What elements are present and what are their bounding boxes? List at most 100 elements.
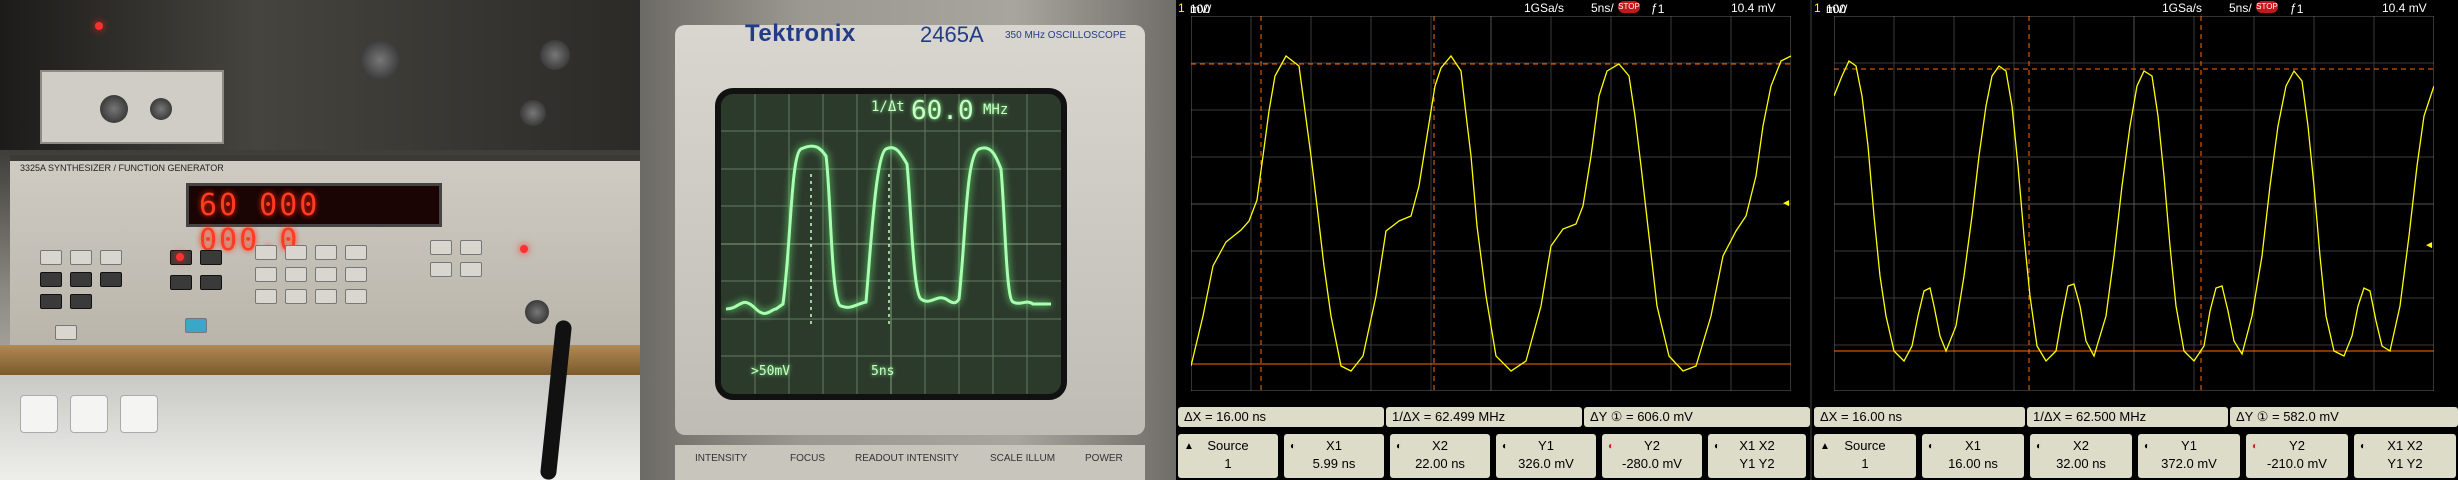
trigger-level: 10.4 mV bbox=[1731, 1, 1776, 15]
waveform-display: ◄ bbox=[1834, 16, 2434, 391]
sample-rate: 1GSa/s bbox=[1524, 1, 1565, 15]
softkey-bar: ▲ Source 1 ◐ X1 16.00 ns ◐ X2 32.00 ns ◐ Y1 372.… bbox=[1812, 432, 2458, 480]
inverse-delta-x-readout: 1/ΔX = 62.500 MHz bbox=[2027, 407, 2228, 427]
softkey-label: X2 bbox=[1432, 438, 1448, 453]
keypad-key[interactable] bbox=[315, 289, 337, 304]
softkey-value: 1 bbox=[1861, 456, 1869, 471]
cursor-link-softkey[interactable]: ◐ X1 X2 Y1 Y2 bbox=[1708, 434, 1806, 478]
blue-key[interactable] bbox=[185, 318, 207, 333]
x2-softkey[interactable]: ◐ X2 22.00 ns bbox=[1390, 434, 1490, 478]
keypad-key[interactable] bbox=[55, 325, 77, 340]
power-socket-icon bbox=[120, 395, 158, 433]
frequency-display: 60 000 000.0 bbox=[186, 183, 442, 258]
keypad-key[interactable] bbox=[285, 245, 307, 260]
scope-brand-logo: Tektronix bbox=[745, 20, 856, 47]
keypad-key[interactable] bbox=[285, 267, 307, 282]
knob-icon bbox=[100, 95, 128, 123]
softkey-value: -210.0 mV bbox=[2267, 456, 2327, 471]
crt-volts-value: 50mV bbox=[758, 364, 791, 379]
knob-icon bbox=[150, 98, 172, 120]
source-softkey[interactable]: ▲ Source 1 bbox=[1178, 434, 1278, 478]
panel-key[interactable] bbox=[430, 262, 452, 277]
trigger-channel: 1 bbox=[1657, 2, 1665, 16]
panel-key[interactable] bbox=[430, 240, 452, 255]
softkey-value: 22.00 ns bbox=[1415, 456, 1465, 471]
softkey-value: 16.00 ns bbox=[1948, 456, 1998, 471]
softkey-label: X1 bbox=[1326, 438, 1342, 453]
panel-key[interactable] bbox=[460, 240, 482, 255]
knob-icon bbox=[540, 40, 570, 70]
x1-softkey[interactable]: ◐ X1 5.99 ns bbox=[1284, 434, 1384, 478]
keypad-key[interactable] bbox=[200, 275, 222, 290]
scope-screenshot-2: 1 100 mV/ 1GSa/s 5ns/ STOP ƒ 1 10.4 mV ◄… bbox=[1810, 0, 2458, 480]
crt-readout-volts: >50mV bbox=[751, 364, 791, 379]
cursor-link-softkey[interactable]: ◐ X1 X2 Y1 Y2 bbox=[2354, 434, 2456, 478]
time-per-div: 5ns/ bbox=[2229, 1, 2252, 15]
wooden-shelf bbox=[0, 345, 640, 375]
crt-readout-frequency: 60.0 bbox=[911, 96, 974, 126]
sample-rate: 1GSa/s bbox=[2162, 1, 2203, 15]
keypad-key[interactable] bbox=[255, 245, 277, 260]
output-connector-icon[interactable] bbox=[525, 300, 549, 324]
softkey-value: 326.0 mV bbox=[1518, 456, 1574, 471]
stop-indicator: STOP bbox=[1618, 1, 1640, 13]
keypad-key[interactable] bbox=[40, 272, 62, 287]
vdiv-unit: mV/ bbox=[1190, 2, 1212, 16]
keypad-key[interactable] bbox=[345, 245, 367, 260]
control-label: FOCUS bbox=[790, 453, 825, 464]
keypad-key[interactable] bbox=[345, 267, 367, 282]
keypad-key[interactable] bbox=[255, 267, 277, 282]
scope-screenshot-1: 1 100 mV/ 1GSa/s 5ns/ STOP ƒ 1 10.4 mV ◄… bbox=[1176, 0, 1810, 480]
trigger-level: 10.4 mV bbox=[2382, 1, 2427, 15]
softkey-label: Y2 bbox=[1644, 438, 1660, 453]
power-socket-icon bbox=[20, 395, 58, 433]
keypad-key[interactable] bbox=[70, 272, 92, 287]
trigger-channel: 1 bbox=[2296, 2, 2304, 16]
trigger-marker-icon: ◄ bbox=[2424, 240, 2434, 251]
channel-indicator: 1 bbox=[1178, 1, 1185, 15]
x1-softkey[interactable]: ◐ X1 16.00 ns bbox=[1922, 434, 2024, 478]
softkey-label: Y1 bbox=[1538, 438, 1554, 453]
status-bar: 1 100 mV/ 1GSa/s 5ns/ STOP ƒ 1 10.4 mV bbox=[1176, 0, 1810, 16]
softkey-value: 5.99 ns bbox=[1312, 456, 1356, 471]
generator-label: 3325A SYNTHESIZER / FUNCTION GENERATOR bbox=[20, 163, 224, 173]
keypad-key[interactable] bbox=[255, 289, 277, 304]
softkey-value: -280.0 mV bbox=[1622, 456, 1682, 471]
knob-icon bbox=[360, 40, 400, 80]
control-label: READOUT INTENSITY bbox=[855, 453, 959, 464]
y2-softkey[interactable]: ◐ Y2 -280.0 mV bbox=[1602, 434, 1702, 478]
vdiv-unit: mV/ bbox=[1826, 2, 1848, 16]
knob-icon bbox=[520, 100, 546, 126]
keypad-key[interactable] bbox=[315, 267, 337, 282]
keypad-key[interactable] bbox=[285, 289, 307, 304]
x2-softkey[interactable]: ◐ X2 32.00 ns bbox=[2030, 434, 2132, 478]
delta-x-readout: ΔX = 16.00 ns bbox=[1814, 407, 2025, 427]
keypad-key[interactable] bbox=[170, 275, 192, 290]
softkey-label: X1 X2 bbox=[1739, 438, 1775, 453]
status-bar: 1 100 mV/ 1GSa/s 5ns/ STOP ƒ 1 10.4 mV bbox=[1812, 0, 2458, 16]
panel-key[interactable] bbox=[460, 262, 482, 277]
keypad-key[interactable] bbox=[200, 250, 222, 265]
output-led bbox=[520, 245, 528, 253]
time-per-div: 5ns/ bbox=[1591, 1, 1614, 15]
keypad-key[interactable] bbox=[40, 250, 62, 265]
measurement-bar: ΔX = 16.00 ns 1/ΔX = 62.500 MHz ΔY ① = 5… bbox=[1812, 405, 2458, 429]
keypad-key[interactable] bbox=[315, 245, 337, 260]
y1-softkey[interactable]: ◐ Y1 372.0 mV bbox=[2138, 434, 2240, 478]
power-socket-icon bbox=[70, 395, 108, 433]
measurement-bar: ΔX = 16.00 ns 1/ΔX = 62.499 MHz ΔY ① = 6… bbox=[1176, 405, 1810, 429]
softkey-label: X1 X2 bbox=[2387, 438, 2423, 453]
keypad-key[interactable] bbox=[70, 294, 92, 309]
y1-softkey[interactable]: ◐ Y1 326.0 mV bbox=[1496, 434, 1596, 478]
keypad-key[interactable] bbox=[345, 289, 367, 304]
crt-readout-time: 5ns bbox=[871, 364, 895, 379]
source-softkey[interactable]: ▲ Source 1 bbox=[1814, 434, 1916, 478]
keypad-key[interactable] bbox=[40, 294, 62, 309]
keypad-key[interactable] bbox=[100, 250, 122, 265]
delta-y-readout: ΔY ① = 582.0 mV bbox=[2230, 407, 2458, 427]
keypad-key[interactable] bbox=[100, 272, 122, 287]
softkey-label: X1 bbox=[1965, 438, 1981, 453]
y2-softkey[interactable]: ◐ Y2 -210.0 mV bbox=[2246, 434, 2348, 478]
keypad-key[interactable] bbox=[70, 250, 92, 265]
active-led bbox=[176, 253, 184, 261]
